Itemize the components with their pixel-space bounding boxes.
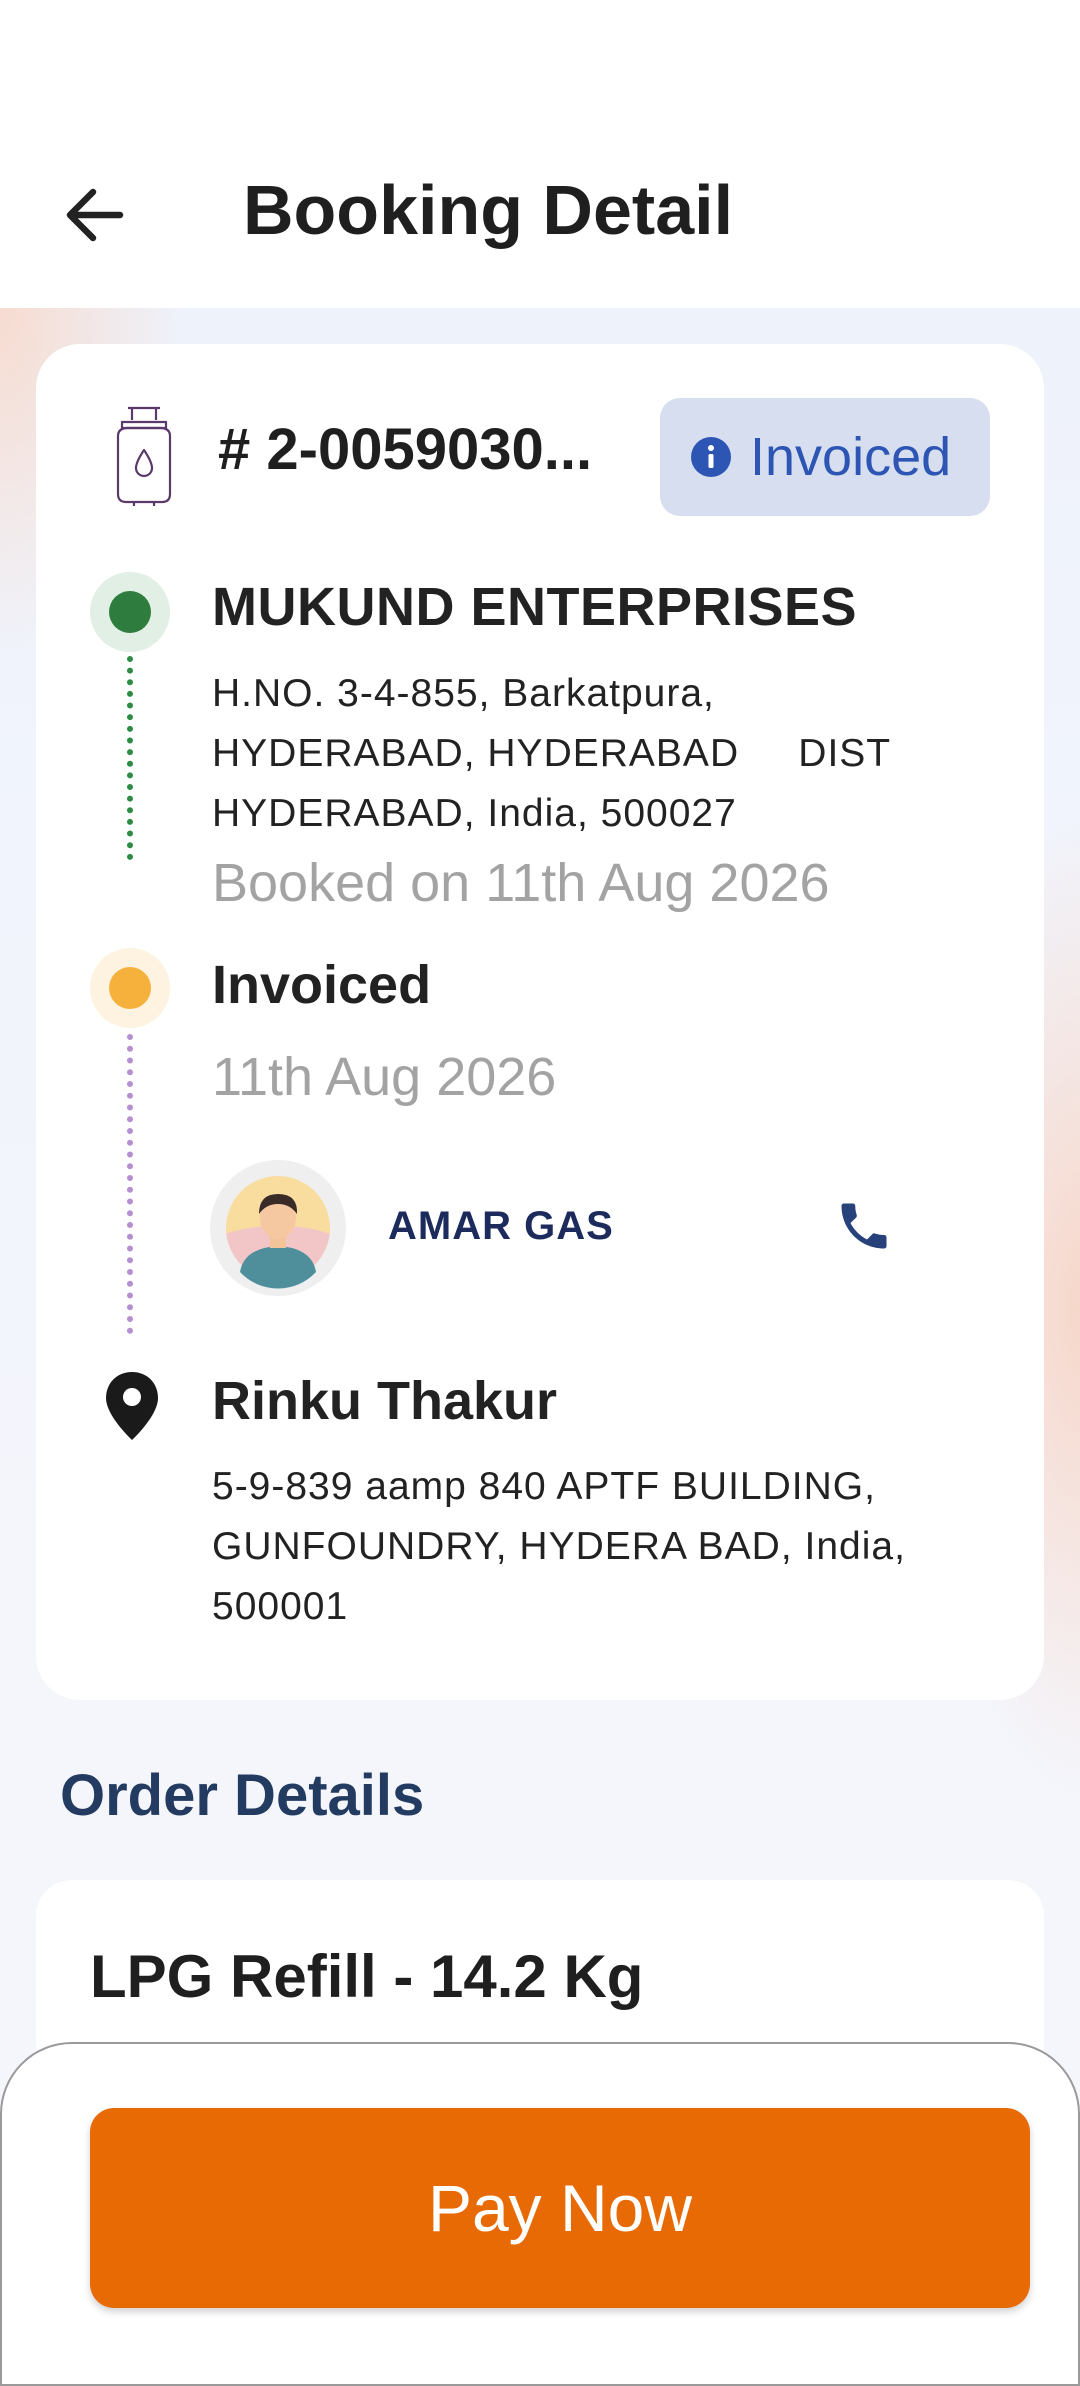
distributor-name: AMAR GAS <box>388 1204 614 1248</box>
product-name: LPG Refill - 14.2 Kg <box>90 1943 644 2010</box>
pay-now-label: Pay Now <box>427 2171 693 2245</box>
booked-on-date: Booked on 11th Aug 2026 <box>212 853 830 913</box>
location-pin-icon <box>106 1372 158 1440</box>
call-distributor-button[interactable] <box>834 1196 894 1256</box>
distributor-avatar <box>210 1160 346 1296</box>
seller-address-line: H.NO. 3-4-855, Barkatpura, <box>212 672 715 715</box>
booking-card: # 2-0059030... Invoiced MUKUND ENTERPRIS… <box>36 344 1044 1700</box>
invoice-status-dot <box>109 967 151 1009</box>
customer-name: Rinku Thakur <box>212 1371 558 1431</box>
seller-name: MUKUND ENTERPRISES <box>212 577 858 637</box>
timeline-connector-green <box>127 656 133 860</box>
page-title: Booking Detail <box>243 171 734 249</box>
app-header: Booking Detail <box>0 0 1080 308</box>
seller-address-line: HYDERABAD, India, 500027 <box>212 792 737 835</box>
back-button[interactable] <box>60 180 130 250</box>
info-icon <box>691 437 731 477</box>
pay-now-button[interactable]: Pay Now <box>90 2108 1030 2308</box>
order-details-title: Order Details <box>60 1763 425 1828</box>
seller-address-line: HYDERABAD, HYDERABAD DIST <box>212 732 892 775</box>
customer-address-line: GUNFOUNDRY, HYDERA BAD, India, <box>212 1525 906 1568</box>
gas-cylinder-icon <box>116 406 172 506</box>
status-badge: Invoiced <box>660 398 990 516</box>
invoice-step-title: Invoiced <box>212 955 432 1015</box>
status-label: Invoiced <box>750 427 952 487</box>
booking-id: # 2-0059030... <box>218 417 593 482</box>
seller-status-dot <box>109 591 151 633</box>
customer-address-line: 5-9-839 aamp 840 APTF BUILDING, <box>212 1465 876 1508</box>
timeline-connector-gradient <box>127 1034 133 1334</box>
person-avatar-icon <box>226 1176 330 1289</box>
invoice-date: 11th Aug 2026 <box>212 1047 557 1107</box>
customer-address-line: 500001 <box>212 1585 349 1628</box>
phone-icon <box>841 1203 887 1249</box>
arrow-left-icon <box>66 188 124 242</box>
